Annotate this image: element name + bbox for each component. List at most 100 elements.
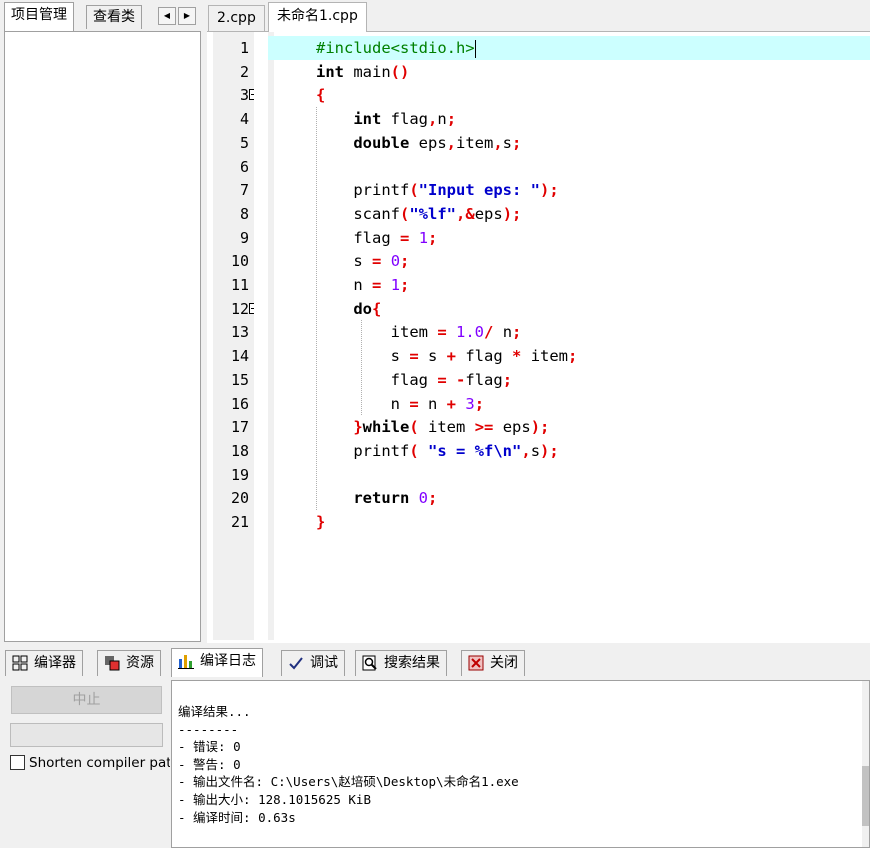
code-line[interactable]: n = 1; [268, 273, 870, 297]
code-line[interactable]: printf( "s = %f\n",s); [268, 439, 870, 463]
indent-guide [361, 320, 362, 416]
line-number: 4 [239, 110, 249, 129]
code-line-text: printf( "s = %f\n",s); [316, 441, 559, 460]
line-number: 20 [230, 489, 249, 508]
line-number: 8 [239, 204, 249, 223]
code-line[interactable]: flag = 1; [268, 226, 870, 250]
line-number: 12 [230, 299, 249, 318]
tab-scroll-right-button[interactable]: ▶ [178, 7, 196, 25]
code-text-area[interactable]: #include<stdio.h> int main() { int flag,n;… [268, 32, 870, 640]
magnifier-icon [362, 655, 378, 671]
code-line-text: scanf("%lf",&eps); [316, 204, 522, 223]
shorten-paths-label: Shorten compiler paths [29, 755, 170, 771]
code-editor[interactable]: 1 2 3 4 5 6 7 8 9 10 11 12 13 14 15 16 17 18 19 20 21 #inclu… [207, 31, 870, 643]
log-line: - 错误: 0 [178, 739, 241, 755]
stop-button[interactable]: 中止 [11, 686, 162, 714]
tab-resources[interactable]: 资源 [97, 650, 161, 676]
tab-scroll-left-button[interactable]: ◀ [158, 7, 176, 25]
line-number: 3 [239, 86, 249, 105]
code-line[interactable]: } [268, 510, 870, 534]
code-line-text: do{ [353, 299, 382, 318]
code-line-text: return 0; [353, 489, 438, 508]
compile-progress-bar [10, 723, 163, 747]
tab-close[interactable]: 关闭 [461, 650, 525, 676]
line-number: 7 [239, 181, 249, 200]
code-line[interactable]: s = s + flag * item; [268, 344, 870, 368]
log-line: -------- [178, 721, 239, 737]
line-number: 2 [239, 62, 249, 81]
code-line-text: }while( item >= eps); [353, 418, 550, 437]
line-number: 9 [239, 228, 249, 247]
line-number: 5 [239, 133, 249, 152]
code-line[interactable]: int main() [268, 60, 870, 84]
code-line[interactable]: do{ [268, 297, 870, 321]
project-tree[interactable] [4, 31, 201, 642]
code-line[interactable]: s = 0; [268, 249, 870, 273]
code-line-text: s = s + flag * item; [316, 347, 578, 366]
tab-resources-label: 资源 [126, 655, 154, 671]
code-line[interactable]: }while( item >= eps); [268, 415, 870, 439]
code-line-text: printf("Input eps: "); [316, 181, 559, 200]
tab-debug[interactable]: 调试 [281, 650, 345, 676]
code-line-text: { [316, 86, 326, 105]
shorten-paths-checkbox[interactable] [10, 754, 25, 770]
code-line[interactable]: scanf("%lf",&eps); [268, 202, 870, 226]
line-number: 19 [230, 465, 249, 484]
line-number: 15 [230, 370, 249, 389]
tab-compiler[interactable]: 编译器 [5, 650, 83, 676]
code-line-text: flag = -flag; [316, 370, 513, 389]
code-line[interactable]: flag = -flag; [268, 368, 870, 392]
code-line[interactable]: item = 1.0/ n; [268, 320, 870, 344]
line-number: 11 [230, 276, 249, 294]
line-number: 6 [239, 157, 249, 176]
tab-debug-label: 调试 [310, 655, 338, 671]
code-line-text: item = 1.0/ n; [316, 323, 522, 342]
code-line[interactable]: printf("Input eps: "); [268, 178, 870, 202]
tab-search-results[interactable]: 搜索结果 [355, 650, 447, 676]
log-line: - 编译时间: 0.63s [178, 809, 296, 825]
line-number: 14 [230, 347, 249, 366]
code-line[interactable]: return 0; [268, 486, 870, 510]
line-number: 1 [239, 39, 249, 57]
log-scrollbar[interactable] [862, 681, 869, 847]
shorten-paths-option[interactable]: Shorten compiler paths [10, 753, 170, 773]
chevron-right-icon: ▶ [183, 11, 191, 20]
project-panel: 项目管理 查看类 ◀ ▶ [0, 0, 203, 643]
log-scrollbar-thumb[interactable] [862, 766, 869, 826]
tab-file-untitled1[interactable]: 未命名1.cpp [268, 2, 367, 32]
tab-compile-log[interactable]: 编译日志 [171, 648, 263, 677]
tab-class-view[interactable]: 查看类 [86, 5, 142, 29]
close-icon [468, 655, 484, 671]
checkmark-icon [288, 655, 304, 671]
code-line[interactable] [268, 155, 870, 179]
code-line-text: flag = 1; [316, 228, 438, 247]
grid-icon [12, 655, 28, 671]
log-line: - 输出大小: 128.1015625 KiB [178, 791, 371, 807]
line-number: 18 [230, 441, 249, 460]
code-line-text: n = 1; [316, 276, 410, 294]
code-line-text: int main() [316, 62, 410, 81]
chevron-left-icon: ◀ [163, 11, 171, 20]
current-code-line[interactable]: #include<stdio.h> [268, 36, 870, 60]
code-line[interactable] [268, 463, 870, 487]
indent-guide [316, 107, 317, 510]
compile-log-output[interactable]: 编译结果... -------- - 错误: 0- 警告: 0 - 输出文件名: C:… [171, 680, 870, 848]
compile-log-text: 编译结果... -------- - 错误: 0- 警告: 0 - 输出文件名: C:… [178, 703, 519, 826]
line-number: 16 [230, 394, 249, 413]
tab-search-results-label: 搜索结果 [384, 655, 440, 671]
line-number: 21 [230, 513, 249, 531]
code-line-text: #include<stdio.h> [316, 39, 476, 58]
code-line[interactable]: double eps,item,s; [268, 131, 870, 155]
line-number: 13 [230, 323, 249, 342]
fold-margin [254, 32, 268, 640]
code-line[interactable]: { [268, 83, 870, 107]
tab-file-2cpp[interactable]: 2.cpp [208, 5, 265, 31]
code-line[interactable]: int flag,n; [268, 107, 870, 131]
log-line: - 输出文件名: C:\Users\赵培硕\Desktop\未命名1.exe [178, 774, 519, 790]
log-line: 编译结果... [178, 704, 251, 719]
tab-compile-log-label: 编译日志 [200, 653, 256, 669]
line-number: 17 [230, 418, 249, 437]
tab-project-manager[interactable]: 项目管理 [4, 2, 74, 31]
code-line[interactable]: n = n + 3; [268, 392, 870, 416]
left-tab-bar: 项目管理 查看类 ◀ ▶ [0, 0, 203, 32]
